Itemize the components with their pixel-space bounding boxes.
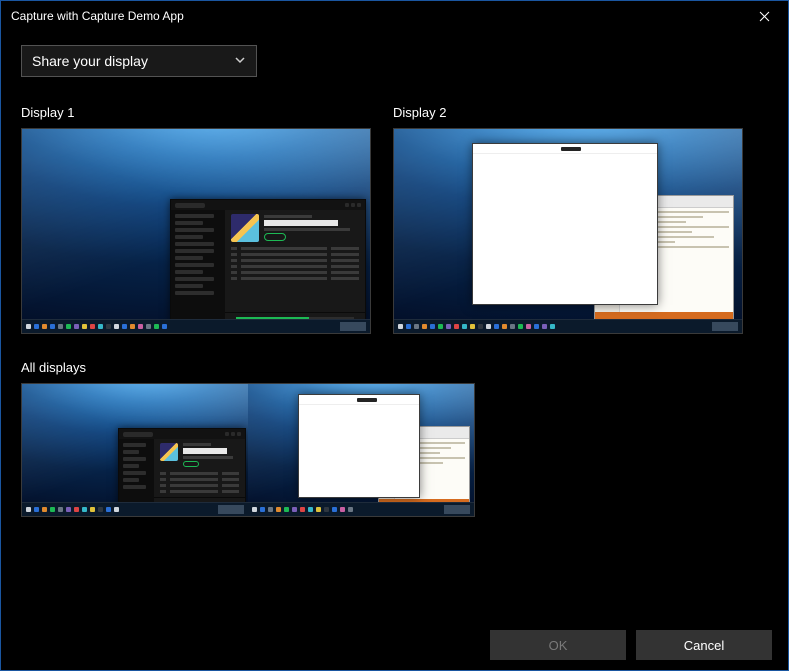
- titlebar: Capture with Capture Demo App: [1, 1, 788, 31]
- all-displays-thumb[interactable]: [21, 383, 475, 517]
- mode-row: Share your display: [1, 31, 788, 95]
- ok-button[interactable]: OK: [490, 630, 626, 660]
- share-mode-value: Share your display: [32, 53, 148, 69]
- display-1-thumb[interactable]: [21, 128, 371, 334]
- display-options: Display 1: [1, 95, 788, 517]
- chevron-down-icon: [234, 53, 246, 69]
- display-2-label: Display 2: [393, 105, 743, 120]
- preview-blank-window: [472, 143, 658, 305]
- preview-app-window: [170, 199, 366, 323]
- display-2-card: Display 2: [393, 105, 743, 334]
- share-mode-dropdown[interactable]: Share your display: [21, 45, 257, 77]
- close-icon: [759, 11, 770, 22]
- window-title: Capture with Capture Demo App: [11, 9, 746, 23]
- display-1-card: Display 1: [21, 105, 371, 334]
- preview-taskbar: [394, 319, 742, 333]
- cancel-button[interactable]: Cancel: [636, 630, 772, 660]
- all-displays-card: All displays: [21, 360, 768, 517]
- display-1-label: Display 1: [21, 105, 371, 120]
- close-button[interactable]: [746, 1, 782, 31]
- preview-taskbar: [22, 319, 370, 333]
- dialog-footer: OK Cancel: [1, 620, 788, 670]
- preview-title: [264, 220, 338, 226]
- display-2-thumb[interactable]: [393, 128, 743, 334]
- all-displays-label: All displays: [21, 360, 768, 375]
